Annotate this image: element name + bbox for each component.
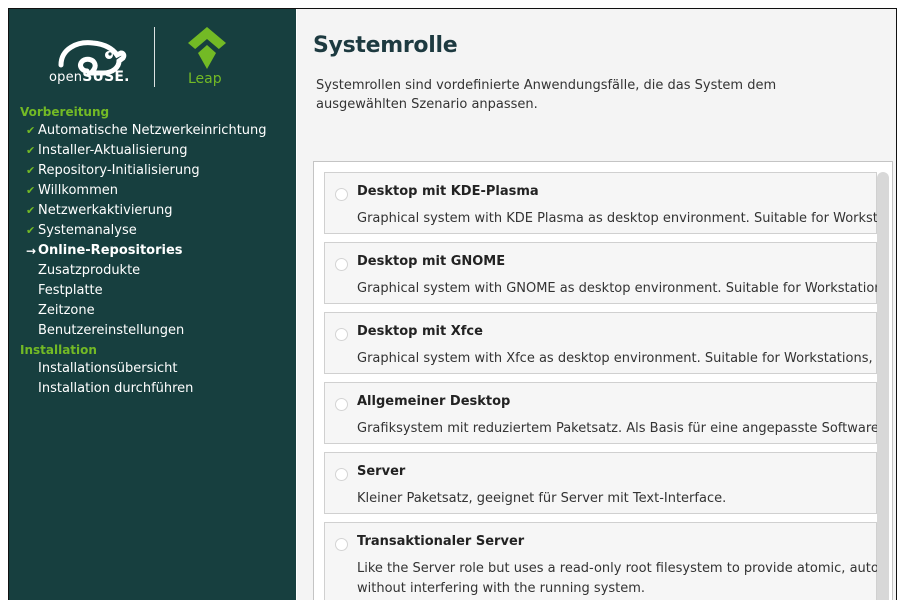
- logo-area: openSUSE. Leap: [9, 9, 296, 104]
- checkmark-icon: ✔: [26, 144, 36, 157]
- system-role-option[interactable]: Server Kleiner Paketsatz, geeignet für Se…: [324, 452, 877, 514]
- checkmark-icon: ✔: [26, 184, 36, 197]
- opensuse-prefix: open: [49, 70, 83, 85]
- nav-section-title: Vorbereitung: [20, 105, 110, 119]
- page-description: Systemrollen sind vordefinierte Anwendun…: [316, 78, 777, 112]
- system-role-option[interactable]: Allgemeiner Desktop Grafiksystem mit redu…: [324, 382, 877, 444]
- nav-step-item: ✔ Automatische Netzwerkeinrichtung: [9, 121, 296, 141]
- nav-step-label: Installer-Aktualisierung: [38, 143, 188, 158]
- nav-step-item: ✔ Repository-Initialisierung: [9, 161, 296, 181]
- nav-step-item: Installation durchführen: [9, 379, 296, 399]
- installer-window: openSUSE. Leap Vorbereitung ✔ Automatische…: [8, 8, 897, 600]
- sidebar: openSUSE. Leap Vorbereitung ✔ Automatische…: [9, 9, 296, 600]
- role-description: Grafiksystem mit reduziertem Paketsatz. …: [357, 421, 877, 436]
- main-content: Systemrolle Systemrollen sind vordefinie…: [297, 9, 896, 600]
- nav-step-label: Online-Repositories: [38, 243, 183, 258]
- opensuse-wordmark: openSUSE.: [49, 69, 130, 85]
- nav-step-label: Festplatte: [38, 283, 103, 298]
- nav-step-item: Zeitzone: [9, 301, 296, 321]
- leap-logo-icon: [188, 27, 226, 69]
- role-radio-button[interactable]: [335, 328, 348, 341]
- opensuse-brand: SUSE.: [82, 69, 130, 85]
- role-description: Graphical system with GNOME as desktop e…: [357, 281, 877, 296]
- checkmark-icon: ✔: [26, 164, 36, 177]
- checkmark-icon: ✔: [26, 224, 36, 237]
- vertical-scrollbar[interactable]: [877, 172, 889, 600]
- nav-step-item: ✔ Willkommen: [9, 181, 296, 201]
- system-role-list[interactable]: Desktop mit KDE-Plasma Graphical system w…: [313, 161, 893, 600]
- nav-step-label: Systemanalyse: [38, 223, 137, 238]
- system-role-option[interactable]: Transaktionaler Server Like the Server ro…: [324, 522, 877, 600]
- nav-step-item: → Online-Repositories: [9, 241, 296, 261]
- nav-step-item: ✔ Installer-Aktualisierung: [9, 141, 296, 161]
- role-title: Desktop mit KDE-Plasma: [357, 184, 539, 199]
- nav-step-item: Festplatte: [9, 281, 296, 301]
- role-radio-button[interactable]: [335, 188, 348, 201]
- role-title: Desktop mit Xfce: [357, 324, 483, 339]
- role-title: Allgemeiner Desktop: [357, 394, 511, 409]
- nav-step-label: Installationsübersicht: [38, 361, 178, 376]
- checkmark-icon: ✔: [26, 204, 36, 217]
- nav-step-label: Benutzereinstellungen: [38, 323, 185, 338]
- nav-step-item: ✔ Netzwerkaktivierung: [9, 201, 296, 221]
- page-title: Systemrolle: [313, 33, 458, 58]
- nav-step-item: Zusatzprodukte: [9, 261, 296, 281]
- role-description: Like the Server role but uses a read-onl…: [357, 561, 877, 596]
- nav-step-item: Benutzereinstellungen: [9, 321, 296, 341]
- nav-step-label: Netzwerkaktivierung: [38, 203, 173, 218]
- system-role-option[interactable]: Desktop mit Xfce Graphical system with Xf…: [324, 312, 877, 374]
- nav-step-label: Installation durchführen: [38, 381, 194, 396]
- nav-step-item: Installationsübersicht: [9, 359, 296, 379]
- role-radio-button[interactable]: [335, 398, 348, 411]
- checkmark-icon: ✔: [26, 124, 36, 137]
- logo-divider: [154, 27, 155, 87]
- system-role-option[interactable]: Desktop mit GNOME Graphical system with G…: [324, 242, 877, 304]
- current-step-arrow-icon: →: [26, 244, 37, 258]
- role-radio-button[interactable]: [335, 468, 348, 481]
- role-title: Server: [357, 464, 406, 479]
- role-radio-button[interactable]: [335, 258, 348, 271]
- leap-wordmark: Leap: [188, 71, 222, 87]
- nav-step-label: Willkommen: [38, 183, 118, 198]
- role-title: Transaktionaler Server: [357, 534, 525, 549]
- role-description: Graphical system with KDE Plasma as desk…: [357, 211, 877, 226]
- nav-section-title: Installation: [20, 343, 97, 357]
- nav-step-label: Zeitzone: [38, 303, 95, 318]
- nav-step-label: Automatische Netzwerkeinrichtung: [38, 123, 267, 138]
- nav-step-item: ✔ Systemanalyse: [9, 221, 296, 241]
- role-description: Kleiner Paketsatz, geeignet für Server m…: [357, 491, 727, 506]
- role-title: Desktop mit GNOME: [357, 254, 506, 269]
- role-radio-button[interactable]: [335, 538, 348, 551]
- nav-step-label: Repository-Initialisierung: [38, 163, 200, 178]
- installation-steps-nav: Vorbereitung ✔ Automatische Netzwerkeinric…: [9, 103, 296, 399]
- role-description: Graphical system with Xfce as desktop en…: [357, 351, 877, 366]
- system-role-option[interactable]: Desktop mit KDE-Plasma Graphical system w…: [324, 172, 877, 234]
- nav-step-label: Zusatzprodukte: [38, 263, 141, 278]
